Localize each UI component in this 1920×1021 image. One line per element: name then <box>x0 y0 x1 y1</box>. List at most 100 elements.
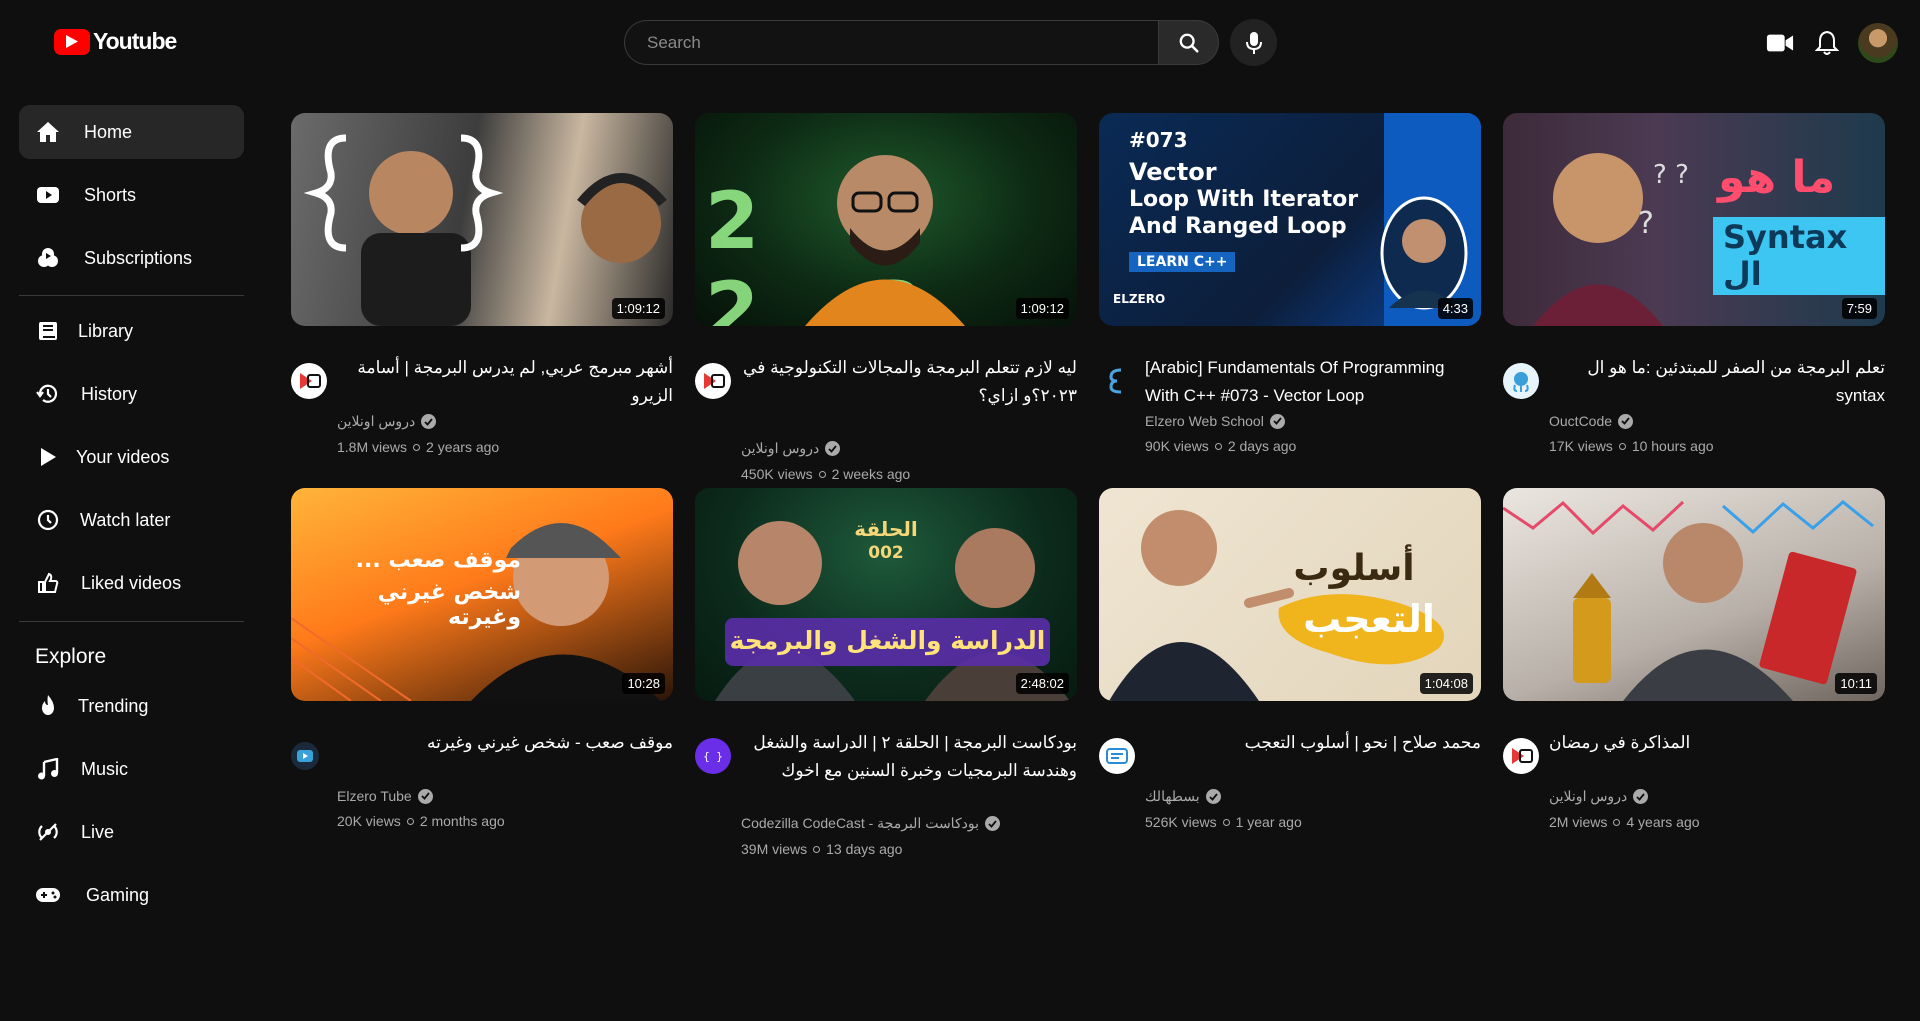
thumbnail-subheadline: Syntax ال <box>1713 217 1885 295</box>
channel-avatar[interactable] <box>291 363 327 399</box>
sidebar-item-home[interactable]: Home <box>19 105 244 159</box>
view-count: 1.8M views <box>337 439 408 455</box>
youtube-logo[interactable]: Youtube <box>54 28 177 55</box>
video-title[interactable]: ليه لازم تتعلم البرمجة والمجالات التكنول… <box>741 354 1077 410</box>
subscriptions-icon <box>35 245 61 271</box>
sidebar-item-label: Music <box>81 758 129 779</box>
video-thumbnail[interactable]: موقف صعب ... شخص غيرني وغيرته 10:28 <box>291 488 673 701</box>
verified-check-icon <box>984 816 1000 831</box>
view-count: 20K views <box>337 813 401 829</box>
separator-dot <box>1222 818 1230 826</box>
video-thumbnail[interactable]: أسلوب التعجب 1:04:08 <box>1099 488 1481 701</box>
video-thumbnail[interactable]: #073 Vector Loop With Iterator And Range… <box>1099 113 1481 326</box>
create-video-button[interactable] <box>1766 29 1794 57</box>
search-button[interactable] <box>1158 20 1219 65</box>
video-thumbnail[interactable]: 1:09:12 <box>291 113 673 326</box>
channel-name[interactable]: دروس اونلاين <box>741 440 819 457</box>
video-camera-icon <box>1766 34 1794 52</box>
sidebar-item-liked-videos[interactable]: Liked videos <box>19 556 244 610</box>
sidebar-item-gaming[interactable]: Gaming <box>19 868 244 922</box>
channel-avatar[interactable] <box>1099 738 1135 774</box>
channel-name[interactable]: دروس اونلاين <box>1549 788 1627 805</box>
thumbnail-headline: التعجب <box>1303 597 1435 641</box>
search-input[interactable] <box>625 21 1158 64</box>
video-meta: بسطهالك 526K views 1 year ago <box>1145 788 1302 830</box>
sidebar-item-history[interactable]: History <box>19 367 244 421</box>
channel-avatar[interactable] <box>1503 738 1539 774</box>
thumbnail-episode-label: الحلقة <box>854 517 918 541</box>
sidebar-item-watch-later[interactable]: Watch later <box>19 493 244 547</box>
sidebar-item-subscriptions[interactable]: Subscriptions <box>19 231 244 285</box>
channel-avatar[interactable]: { } <box>695 738 731 774</box>
video-title[interactable]: أشهر مبرمج عربي, لم يدرس البرمجة | أسامة… <box>337 354 673 410</box>
sidebar-item-music[interactable]: Music <box>19 742 244 796</box>
thumbnail-headline: أسلوب <box>1293 548 1415 589</box>
sidebar-item-shorts[interactable]: Shorts <box>19 168 244 222</box>
channel-name[interactable]: دروس اونلاين <box>337 413 415 430</box>
thumbnail-headline: الدراسة والشغل والبرمجة <box>729 626 1046 655</box>
video-title[interactable]: محمد صلاح | نحو | أسلوب التعجب <box>1145 729 1481 757</box>
channel-name[interactable]: OuctCode <box>1549 413 1612 429</box>
channel-name[interactable]: Codezilla CodeCast - بودكاست البرمجة <box>741 815 979 832</box>
account-avatar[interactable] <box>1858 23 1898 63</box>
shorts-icon <box>35 182 61 208</box>
video-thumbnail[interactable]: 20 23 1:09:12 <box>695 113 1077 326</box>
video-duration: 1:09:12 <box>1015 298 1069 319</box>
gamepad-icon <box>35 882 61 908</box>
video-meta: دروس اونلاين 1.8M views 2 years ago <box>337 413 499 455</box>
sidebar-item-label: Library <box>78 320 134 341</box>
video-title[interactable]: موقف صعب - شخص غيرني وغيرته <box>337 729 673 757</box>
svg-text:? ?: ? ? <box>1653 160 1689 190</box>
video-thumbnail[interactable]: الحلقة 002 الدراسة والشغل والبرمجة 2:48:… <box>695 488 1077 701</box>
sidebar-item-your-videos[interactable]: Your videos <box>19 430 244 484</box>
upload-age: 2 years ago <box>426 439 500 455</box>
video-title[interactable]: تعلم البرمجة من الصفر للمبتدئين :ما هو ا… <box>1549 354 1885 410</box>
channel-name[interactable]: Elzero Web School <box>1145 413 1264 429</box>
sidebar-divider <box>19 621 244 622</box>
thumbnail-illustration <box>805 155 965 326</box>
verified-check-icon <box>825 441 841 456</box>
sidebar-item-label: Liked videos <box>81 572 182 593</box>
channel-avatar[interactable] <box>695 363 731 399</box>
video-meta: Codezilla CodeCast - بودكاست البرمجة 39M… <box>741 815 1000 857</box>
notifications-button[interactable] <box>1813 29 1841 57</box>
svg-text:?: ? <box>1638 206 1654 241</box>
channel-avatar[interactable] <box>291 742 319 770</box>
bell-icon <box>1815 30 1839 55</box>
sidebar-item-label: Your videos <box>76 446 170 467</box>
video-duration: 10:11 <box>1835 673 1877 694</box>
thumbnail-illustration <box>303 134 667 326</box>
thumbnail-headline: شخص غيرني وغيرته <box>377 580 521 631</box>
video-thumbnail[interactable]: ? ? ? ما هو Syntax ال 7:59 <box>1503 113 1885 326</box>
channel-name[interactable]: بسطهالك <box>1145 788 1200 805</box>
channel-name[interactable]: Elzero Tube <box>337 788 412 804</box>
verified-check-icon <box>417 788 433 804</box>
sidebar-item-live[interactable]: Live <box>19 805 244 859</box>
video-title[interactable]: [Arabic] Fundamentals Of Programming Wit… <box>1145 354 1481 410</box>
separator-dot <box>1214 442 1222 450</box>
video-title[interactable]: بودكاست البرمجة | الحلقة ٢ | الدراسة وال… <box>741 729 1077 785</box>
sidebar: Home Shorts Subscriptions Library Histor… <box>0 86 260 1021</box>
voice-search-button[interactable] <box>1230 19 1277 66</box>
video-thumbnail[interactable]: 10:11 <box>1503 488 1885 701</box>
view-count: 17K views <box>1549 438 1613 454</box>
verified-check-icon <box>1269 413 1285 429</box>
view-count: 39M views <box>741 841 808 857</box>
sidebar-item-label: Watch later <box>80 509 171 530</box>
sidebar-divider <box>19 295 244 296</box>
verified-check-icon <box>1618 413 1634 429</box>
sidebar-item-library[interactable]: Library <box>19 304 244 358</box>
live-icon <box>35 819 61 845</box>
sidebar-item-label: Subscriptions <box>84 247 193 268</box>
upload-age: 2 weeks ago <box>831 466 911 482</box>
search-icon <box>1179 33 1199 53</box>
thumbnail-illustration <box>1109 510 1444 701</box>
separator-dot <box>1613 818 1621 826</box>
sidebar-item-trending[interactable]: Trending <box>19 679 244 733</box>
logo-text: Youtube <box>93 28 177 54</box>
channel-avatar[interactable] <box>1503 363 1539 399</box>
microphone-icon <box>1245 31 1262 54</box>
separator-dot <box>1618 442 1626 450</box>
channel-avatar[interactable] <box>1099 363 1135 399</box>
video-title[interactable]: المذاكرة في رمضان <box>1549 729 1885 757</box>
